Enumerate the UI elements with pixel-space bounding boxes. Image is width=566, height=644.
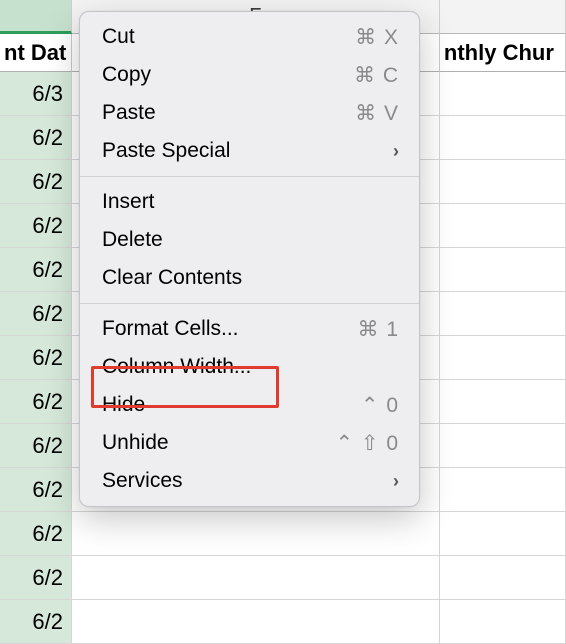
menu-label: Column Width...	[102, 355, 399, 379]
menu-column-width[interactable]: Column Width...	[80, 348, 419, 386]
data-cell[interactable]: 6/2	[0, 380, 72, 424]
data-cell[interactable]	[440, 380, 566, 424]
column-header-e[interactable]	[0, 0, 72, 34]
menu-unhide[interactable]: Unhide ⌃ ⇧ 0	[80, 424, 419, 462]
data-cell[interactable]	[440, 600, 566, 644]
data-cell[interactable]: 6/2	[0, 556, 72, 600]
menu-hide[interactable]: Hide ⌃ 0	[80, 386, 419, 424]
chevron-right-icon: ›	[393, 141, 399, 162]
menu-label: Unhide	[102, 431, 335, 455]
menu-shortcut: ⌘ C	[354, 63, 399, 88]
menu-label: Clear Contents	[102, 266, 399, 290]
data-cell[interactable]: 6/2	[0, 292, 72, 336]
column-header-g[interactable]	[440, 0, 566, 34]
data-cell[interactable]: 6/2	[0, 336, 72, 380]
menu-label: Insert	[102, 190, 399, 214]
menu-shortcut: ⌃ 0	[361, 393, 399, 418]
menu-insert[interactable]: Insert	[80, 183, 419, 221]
data-cell[interactable]	[440, 336, 566, 380]
menu-label: Paste	[102, 101, 355, 125]
menu-label: Cut	[102, 25, 355, 49]
data-cell[interactable]: 6/2	[0, 248, 72, 292]
data-cell[interactable]	[72, 512, 440, 556]
menu-copy[interactable]: Copy ⌘ C	[80, 56, 419, 94]
context-menu: Cut ⌘ X Copy ⌘ C Paste ⌘ V Paste Special…	[79, 11, 420, 507]
menu-shortcut: ⌘ 1	[357, 317, 399, 342]
data-cell[interactable]: 6/2	[0, 512, 72, 556]
data-cell[interactable]: 6/2	[0, 600, 72, 644]
table-row: 6/2	[0, 556, 566, 600]
menu-label: Paste Special	[102, 139, 393, 163]
data-cell[interactable]	[440, 468, 566, 512]
data-cell[interactable]	[440, 160, 566, 204]
table-row: 6/2	[0, 512, 566, 556]
menu-label: Delete	[102, 228, 399, 252]
menu-cut[interactable]: Cut ⌘ X	[80, 18, 419, 56]
chevron-right-icon: ›	[393, 471, 399, 492]
data-cell[interactable]: 6/2	[0, 160, 72, 204]
data-cell[interactable]: 6/2	[0, 204, 72, 248]
menu-format-cells[interactable]: Format Cells... ⌘ 1	[80, 310, 419, 348]
menu-delete[interactable]: Delete	[80, 221, 419, 259]
table-row: 6/2	[0, 600, 566, 644]
menu-clear-contents[interactable]: Clear Contents	[80, 259, 419, 297]
header-cell-e[interactable]: nt Dat	[0, 34, 72, 72]
menu-label: Hide	[102, 393, 361, 417]
data-cell[interactable]	[440, 424, 566, 468]
menu-shortcut: ⌘ V	[355, 101, 399, 126]
data-cell[interactable]	[440, 116, 566, 160]
data-cell[interactable]	[440, 556, 566, 600]
menu-label: Copy	[102, 63, 354, 87]
header-cell-g[interactable]: nthly Chur	[440, 34, 566, 72]
menu-separator	[80, 303, 419, 304]
data-cell[interactable]: 6/3	[0, 72, 72, 116]
data-cell[interactable]	[440, 248, 566, 292]
menu-paste-special[interactable]: Paste Special ›	[80, 132, 419, 170]
data-cell[interactable]	[440, 512, 566, 556]
data-cell[interactable]	[440, 204, 566, 248]
data-cell[interactable]	[72, 556, 440, 600]
data-cell[interactable]	[72, 600, 440, 644]
menu-services[interactable]: Services ›	[80, 462, 419, 500]
menu-shortcut: ⌘ X	[355, 25, 399, 50]
data-cell[interactable]	[440, 292, 566, 336]
menu-shortcut: ⌃ ⇧ 0	[335, 431, 399, 456]
data-cell[interactable]: 6/2	[0, 424, 72, 468]
menu-label: Format Cells...	[102, 317, 357, 341]
menu-separator	[80, 176, 419, 177]
data-cell[interactable]: 6/2	[0, 116, 72, 160]
menu-label: Services	[102, 469, 393, 493]
data-cell[interactable]: 6/2	[0, 468, 72, 512]
data-cell[interactable]	[440, 72, 566, 116]
menu-paste[interactable]: Paste ⌘ V	[80, 94, 419, 132]
